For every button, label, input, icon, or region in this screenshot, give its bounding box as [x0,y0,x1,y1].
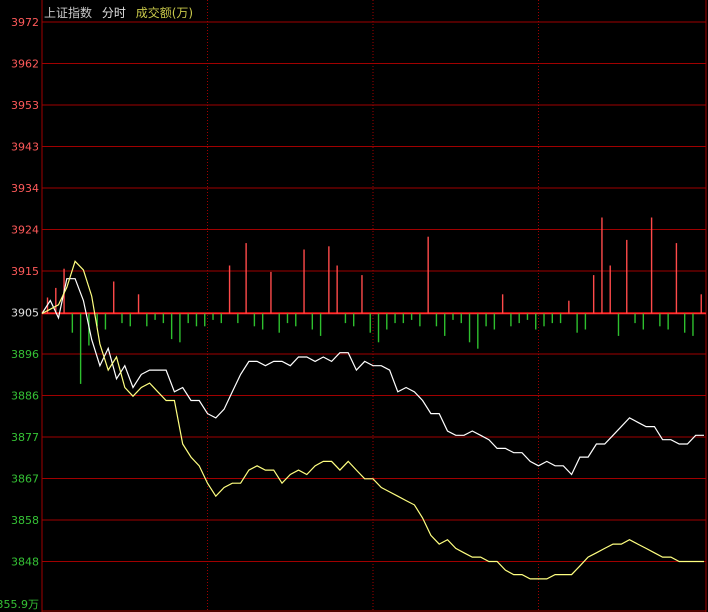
volume-bars [46,217,702,384]
y-tick-label: 3867 [11,473,39,486]
y-tick-label: 3943 [11,141,39,154]
y-tick-label: 3924 [11,224,39,237]
y-tick-label: 3972 [11,16,39,29]
y-tick-label: 3905 [11,307,39,320]
grid-lines [41,0,707,612]
y-tick-label: 3934 [11,182,39,195]
y-tick-label: 3896 [11,348,39,361]
volume-unit-label: 355.9万 [0,598,39,611]
y-tick-label: 3886 [11,390,39,403]
price-line [41,278,704,476]
y-tick-label: 3877 [11,431,39,444]
y-tick-label: 3848 [11,556,39,569]
y-axis-labels: 3972 3962 3953 3943 3934 3924 3915 3905 3896 3886… [0,16,39,611]
y-tick-label: 3962 [11,58,39,71]
y-tick-label: 3858 [11,514,39,527]
y-tick-label: 3953 [11,99,39,112]
intraday-chart: 3972 3962 3953 3943 3934 3924 3915 3905 3896 3886… [0,0,707,612]
y-tick-label: 3915 [11,265,39,278]
